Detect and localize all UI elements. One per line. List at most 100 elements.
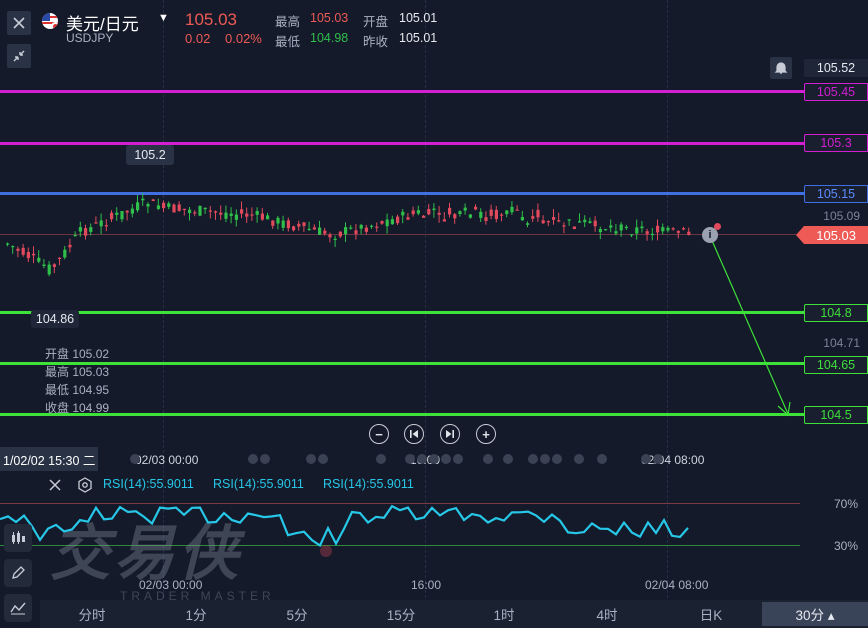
candle-body <box>245 213 249 217</box>
alert-button[interactable] <box>770 57 792 79</box>
candle-body <box>344 227 348 235</box>
candle-body <box>546 221 550 223</box>
candle-body <box>359 224 363 229</box>
candle-body <box>484 217 488 221</box>
rsi-chart[interactable] <box>0 495 700 555</box>
open-value: 105.01 <box>399 11 438 25</box>
candle-body <box>136 202 140 211</box>
candle-body <box>682 228 686 230</box>
event-markers[interactable] <box>597 454 607 464</box>
event-markers[interactable] <box>405 454 463 464</box>
candle-body <box>172 204 176 213</box>
draw-tool-button[interactable] <box>4 559 32 587</box>
candle-body <box>468 214 472 218</box>
event-markers[interactable] <box>503 454 513 464</box>
candle-body <box>240 209 244 214</box>
symbol-code: USDJPY <box>66 31 114 45</box>
tab-1min[interactable]: 1分 <box>166 602 226 626</box>
skip-last-icon <box>446 430 454 438</box>
candle-body <box>182 208 186 210</box>
candle-body <box>515 209 519 211</box>
chevron-down-icon[interactable]: ▼ <box>158 12 169 24</box>
candle-body <box>328 234 332 238</box>
candle-body <box>286 220 290 229</box>
tab-15min[interactable]: 15分 <box>371 602 431 626</box>
candle-body <box>58 257 62 260</box>
level-line-104-5[interactable] <box>0 413 804 416</box>
candle-body <box>458 211 462 215</box>
event-markers[interactable] <box>376 454 386 464</box>
candle-body <box>442 219 446 222</box>
candle-body <box>234 214 238 220</box>
event-markers[interactable] <box>483 454 493 464</box>
tab-timeshare[interactable]: 分时 <box>62 602 122 626</box>
candle-body <box>422 215 426 218</box>
candle-body <box>676 231 680 233</box>
candle-body <box>572 226 576 230</box>
tick-105-09: 105.09 <box>823 209 860 223</box>
candle-body <box>406 217 410 220</box>
event-markers[interactable] <box>641 454 663 464</box>
zoom-in-button[interactable]: + <box>476 424 496 444</box>
rsi-line <box>0 504 689 548</box>
tab-5min[interactable]: 5分 <box>267 602 327 626</box>
level-line-104-8[interactable] <box>0 311 804 314</box>
candle-body <box>338 231 342 237</box>
candle-body <box>276 217 280 224</box>
candle-body <box>302 222 306 227</box>
event-markers[interactable] <box>130 454 140 464</box>
candle-body <box>505 210 509 215</box>
close-indicator-icon[interactable] <box>48 478 62 492</box>
line-chart-icon <box>10 602 26 615</box>
anchor-dot <box>714 223 721 230</box>
ohlc-open: 开盘 105.02 <box>45 347 110 361</box>
tab-1hour[interactable]: 1时 <box>474 602 534 626</box>
candle-body <box>541 220 545 224</box>
zoom-out-button[interactable]: − <box>369 424 389 444</box>
candle-body <box>588 221 592 223</box>
candle-type-button[interactable] <box>4 524 32 552</box>
open-label: 开盘 <box>363 15 389 29</box>
rsi-label-2: RSI(14):55.9011 <box>213 477 304 491</box>
event-markers[interactable] <box>528 454 562 464</box>
scroll-last-button[interactable] <box>440 424 460 444</box>
event-markers[interactable] <box>306 454 328 464</box>
candle-body <box>156 205 160 209</box>
close-icon <box>13 17 25 29</box>
level-line-104-65[interactable] <box>0 362 804 365</box>
candle-body <box>110 212 114 220</box>
candle-body <box>562 225 566 227</box>
candle-body <box>52 264 56 267</box>
indicator-button[interactable] <box>4 594 32 622</box>
candle-body <box>349 227 353 229</box>
skip-first-icon <box>410 430 418 438</box>
collapse-button[interactable] <box>7 44 31 68</box>
tab-30min-selected[interactable]: 30分 ▴ <box>762 602 868 626</box>
settings-icon[interactable] <box>77 477 93 493</box>
candle-body <box>26 251 30 259</box>
close-button[interactable] <box>7 11 31 35</box>
event-markers[interactable] <box>574 454 584 464</box>
candle-body <box>531 216 535 219</box>
candle-body <box>68 244 72 248</box>
scroll-first-button[interactable] <box>404 424 424 444</box>
candle-body <box>370 225 374 227</box>
bell-icon <box>774 62 788 74</box>
level-line-105-3[interactable] <box>0 142 804 145</box>
candle-body <box>141 198 145 201</box>
candle-body <box>640 226 644 229</box>
event-markers[interactable] <box>248 454 270 464</box>
tab-daily[interactable]: 日K <box>681 602 741 626</box>
tab-4hour[interactable]: 4时 <box>577 602 637 626</box>
level-line-105-45[interactable] <box>0 90 804 93</box>
candle-body <box>385 219 389 227</box>
candle-body <box>687 231 691 235</box>
forecast-arrow[interactable] <box>700 222 800 422</box>
candlestick-chart[interactable] <box>0 170 700 300</box>
candle-body <box>63 249 67 258</box>
pencil-icon <box>12 566 25 579</box>
candle-body <box>578 221 582 223</box>
price-change-pct: 0.02% <box>225 31 262 46</box>
ohlc-close: 收盘 104.99 <box>45 401 110 415</box>
candle-body <box>609 225 613 228</box>
